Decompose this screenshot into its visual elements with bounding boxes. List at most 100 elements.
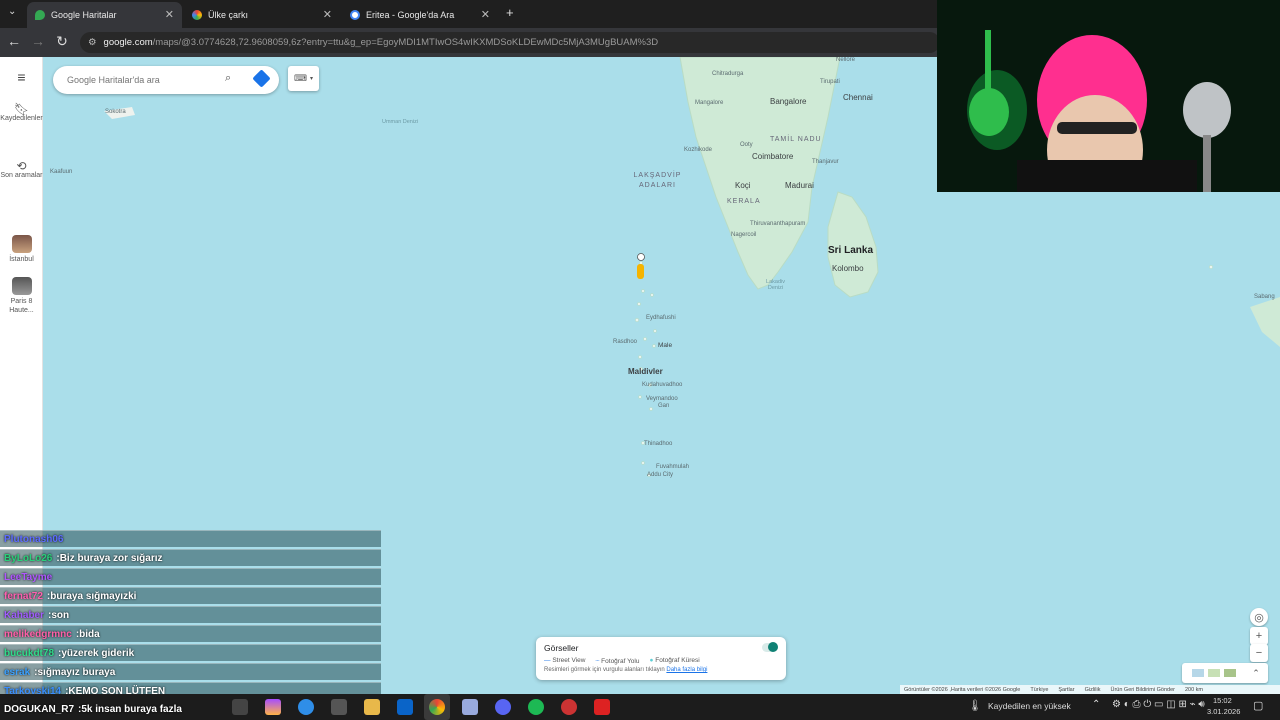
laccadive-sea-label: Lakadiv Denizi (766, 279, 785, 291)
thermometer-icon[interactable]: 🌡︎ (968, 699, 982, 712)
tab-search-button[interactable]: ⌄ (8, 6, 16, 17)
explorer-icon[interactable] (364, 699, 380, 715)
search-input[interactable] (67, 75, 217, 85)
reload-button[interactable]: ↻ (53, 33, 71, 50)
place-thiruvananthapuram[interactable]: Thiruvananthapuram (750, 221, 805, 227)
place-nagercoil[interactable]: Nagercoil (731, 232, 756, 238)
back-button[interactable]: ← (5, 33, 23, 49)
place-addu-city[interactable]: Addu City (647, 472, 673, 478)
notification-icon[interactable]: ▢ (1253, 699, 1263, 712)
place-colombo[interactable]: Kolombo (832, 264, 864, 273)
place-gan[interactable]: Gan (658, 403, 669, 409)
chat-message: bucukdt78: yüzerek giderik (0, 644, 381, 661)
input-tools-button[interactable]: ⌨ ▾ (288, 66, 319, 91)
place-veymandoo[interactable]: Veymandoo (646, 396, 678, 402)
google-favicon-icon (350, 10, 360, 20)
place-thinadhoo[interactable]: Thinadhoo (644, 441, 672, 447)
chat-message: melikedgrmnc: bida (0, 625, 381, 642)
recent-label: Son aramalar (0, 172, 43, 179)
place-rasdhoo[interactable]: Rasdhoo (613, 339, 637, 345)
webcam-overlay (937, 0, 1280, 192)
place-chitradurga[interactable]: Chitradurga (712, 71, 743, 77)
recent-button[interactable]: ⟲ Son aramalar (0, 160, 43, 180)
notepad-icon[interactable] (462, 699, 478, 715)
imagery-toggle[interactable] (762, 642, 778, 652)
tab-eritrea-search[interactable]: Eritea - Google'da Ara ✕ (342, 2, 498, 28)
saved-button[interactable]: 🔖︎ Kaydedilenler (0, 103, 43, 123)
tray-overflow-icon[interactable]: ⌃ (1092, 699, 1100, 710)
directions-icon[interactable] (252, 69, 271, 88)
new-tab-button[interactable]: + (506, 5, 514, 20)
region-kerala: KERALA (727, 198, 761, 205)
chat-message: Kahaber: son (0, 606, 381, 623)
close-icon[interactable]: ✕ (323, 8, 332, 21)
task-view-icon[interactable] (232, 699, 248, 715)
place-fuvahmulah[interactable]: Fuvahmulah (656, 464, 689, 470)
zoom-in-button[interactable]: + (1250, 627, 1268, 645)
close-icon[interactable]: ✕ (165, 8, 174, 21)
layers-switcher[interactable]: ⌃ (1182, 663, 1268, 683)
streamer-webcam-image (937, 0, 1280, 192)
place-tirupati[interactable]: Tirupati (820, 79, 840, 85)
recent-place-istanbul[interactable]: İstanbul (0, 235, 43, 264)
clock-time[interactable]: 15:02 (1213, 696, 1232, 705)
forward-button[interactable]: → (29, 33, 47, 49)
sumatra-landmass (1250, 297, 1280, 347)
maps-favicon-icon (35, 10, 45, 20)
place-maldives[interactable]: Maldivler (628, 367, 663, 376)
close-icon[interactable]: ✕ (481, 8, 490, 21)
chat-message: DOGUKAN_R7: 5k insan buraya fazla (4, 704, 182, 715)
tab-country-wheel[interactable]: Ülke çarkı ✕ (184, 2, 340, 28)
place-nellore[interactable]: Nellore (836, 57, 855, 63)
app-icon[interactable] (561, 699, 577, 715)
place-chennai[interactable]: Chennai (843, 93, 873, 102)
location-icon: ◎ (1254, 611, 1264, 624)
more-info-link[interactable]: Daha fazla bilgi (666, 667, 707, 673)
place-sri-lanka[interactable]: Sri Lanka (828, 245, 873, 256)
place-coimbatore[interactable]: Coimbatore (752, 152, 793, 161)
discord-icon[interactable] (495, 699, 511, 715)
maps-search-box[interactable]: ⌕ (53, 66, 279, 94)
spotify-icon[interactable] (528, 699, 544, 715)
zoom-out-button[interactable]: − (1250, 644, 1268, 662)
maldives-atolls (38, 188, 1213, 477)
search-icon[interactable]: ⌕ (225, 72, 231, 85)
place-kudahuvadhoo[interactable]: Kudahuvadhoo (642, 382, 682, 388)
region-tamil-nadu: TAMİL NADU (770, 136, 822, 143)
place-thanjavur[interactable]: Thanjavur (812, 159, 839, 165)
url-field[interactable]: ⚙ google.com /maps/@3.0774628,72.9608059… (80, 32, 940, 53)
place-kochi[interactable]: Koçi (735, 181, 751, 190)
tray-icons[interactable]: ⚙ ◐ ⎙ ⏻ ▭ ◫ ⊞ ⌁ 🔊︎ (1112, 699, 1205, 710)
weather-text[interactable]: Kaydedilen en yüksek (988, 701, 1071, 711)
place-eydhafushi[interactable]: Eydhafushi (646, 315, 676, 321)
stream-app-icon[interactable] (594, 699, 610, 715)
my-location-button[interactable]: ◎ (1250, 608, 1268, 626)
tab-google-maps[interactable]: Google Haritalar ✕ (27, 2, 182, 28)
site-info-icon[interactable]: ⚙ (88, 37, 97, 48)
map-attribution: Görüntüler ©2026 ,Harita verileri ©2026 … (900, 685, 1280, 694)
store-icon[interactable] (331, 699, 347, 715)
menu-icon[interactable]: ≡ (0, 70, 43, 84)
place-socotra[interactable]: Sokotra (105, 109, 126, 115)
recent-place-paris[interactable]: Paris 8 Haute... (0, 277, 43, 315)
clock-date[interactable]: 3.01.2026 (1207, 707, 1240, 716)
place-mangalore[interactable]: Mangalore (695, 100, 723, 106)
place-male[interactable]: Male (658, 342, 672, 349)
place-madurai[interactable]: Madurai (785, 181, 814, 190)
copilot-icon[interactable] (265, 699, 281, 715)
outlook-icon[interactable] (397, 699, 413, 715)
place-bangalore[interactable]: Bangalore (770, 97, 806, 106)
place-sabang[interactable]: Sabang (1254, 294, 1275, 300)
chat-message: LeeTayme (0, 568, 381, 585)
edge-icon[interactable] (298, 699, 314, 715)
layer-thumb (1224, 669, 1237, 677)
legend-photo-sphere: ● Fotoğraf Küresi (649, 657, 700, 664)
place-ooty[interactable]: Ooty (740, 142, 753, 148)
pegman-marker (637, 264, 644, 279)
stream-chat-overlay: Plutonash06 ByLoLo26: Biz buraya zor sığ… (0, 527, 381, 699)
toggle-knob (768, 642, 778, 652)
place-kozhikode[interactable]: Kozhikode (684, 147, 712, 153)
chrome-icon[interactable] (429, 699, 445, 715)
place-kaafuun[interactable]: Kaafuun (50, 169, 72, 175)
tab-title: Google Haritalar (51, 10, 117, 20)
